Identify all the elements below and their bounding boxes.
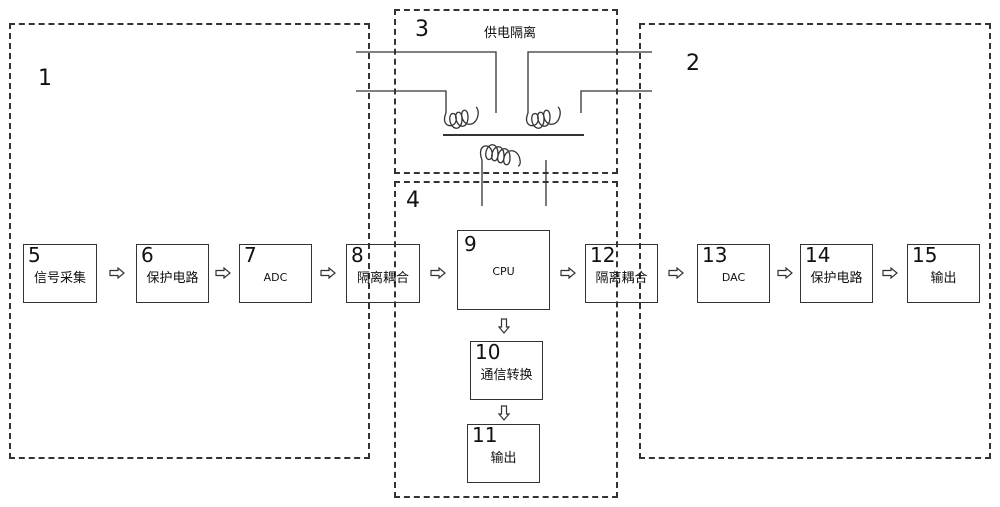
block-label: DAC [721, 271, 746, 284]
block-9-cpu: 9 CPU [457, 230, 550, 310]
region-2-output-side [639, 23, 991, 459]
power-isolation-title: 供电隔离 [484, 26, 537, 41]
block-15-output: 15 输出 [907, 244, 980, 303]
block-label: 保护电路 [810, 271, 863, 286]
arrow-right-icon [109, 267, 125, 279]
arrow-right-icon [560, 267, 576, 279]
region-2-label: 2 [686, 51, 700, 76]
block-number: 9 [464, 232, 477, 256]
block-label: 通信转换 [480, 368, 533, 383]
arrow-right-icon [320, 267, 336, 279]
block-label: 隔离耦合 [595, 271, 648, 286]
block-10-communication-conversion: 10 通信转换 [470, 341, 543, 400]
arrow-right-icon [882, 267, 898, 279]
arrow-down-icon [498, 405, 510, 421]
block-number: 5 [28, 243, 41, 267]
block-number: 8 [351, 243, 364, 267]
block-label: ADC [263, 271, 288, 284]
block-number: 13 [702, 243, 728, 267]
block-label: 输出 [930, 271, 957, 286]
arrow-right-icon [668, 267, 684, 279]
region-1-label: 1 [38, 66, 52, 91]
block-number: 6 [141, 243, 154, 267]
block-number: 11 [472, 423, 498, 447]
arrow-right-icon [430, 267, 446, 279]
block-label: CPU [492, 265, 515, 278]
block-number: 12 [590, 243, 616, 267]
region-4-label: 4 [406, 188, 420, 213]
region-1-input-side [9, 23, 370, 459]
block-13-dac: 13 DAC [697, 244, 770, 303]
block-number: 14 [805, 243, 831, 267]
block-11-output: 11 输出 [467, 424, 540, 483]
block-12-isolation-coupling: 12 隔离耦合 [585, 244, 658, 303]
block-number: 10 [475, 340, 501, 364]
arrow-down-icon [498, 318, 510, 334]
arrow-right-icon [215, 267, 231, 279]
block-label: 隔离耦合 [356, 271, 409, 286]
block-7-adc: 7 ADC [239, 244, 312, 303]
block-label: 输出 [490, 451, 517, 466]
block-number: 15 [912, 243, 938, 267]
block-label: 信号采集 [33, 271, 86, 286]
block-14-protection-circuit: 14 保护电路 [800, 244, 873, 303]
block-6-protection-circuit: 6 保护电路 [136, 244, 209, 303]
block-label: 保护电路 [146, 271, 199, 286]
block-number: 7 [244, 243, 257, 267]
arrow-right-icon [777, 267, 793, 279]
region-3-label: 3 [415, 17, 429, 42]
block-5-signal-acquisition: 5 信号采集 [23, 244, 97, 303]
block-8-isolation-coupling: 8 隔离耦合 [346, 244, 420, 303]
